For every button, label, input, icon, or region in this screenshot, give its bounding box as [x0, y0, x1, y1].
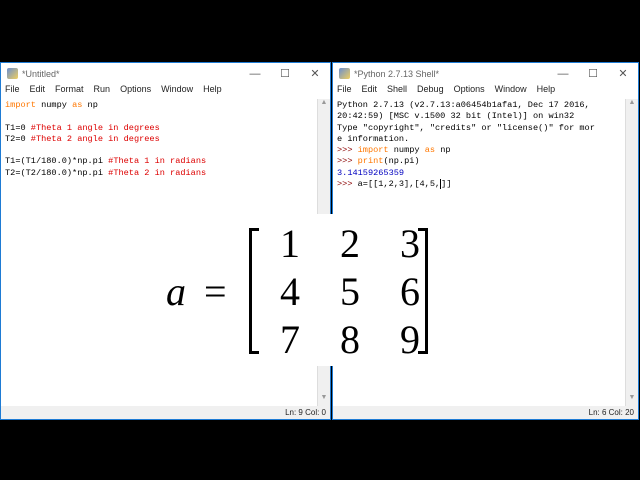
shell-output-line: 3.14159265359: [337, 167, 405, 178]
menu-edit[interactable]: Edit: [30, 84, 46, 99]
close-button[interactable]: ✕: [608, 67, 638, 80]
menu-format[interactable]: Format: [55, 84, 84, 99]
banner-line: 20:42:59) [MSC v.1500 32 bit (Intel)] on…: [337, 111, 575, 122]
menu-window[interactable]: Window: [161, 84, 193, 99]
scroll-down-icon[interactable]: ▼: [318, 394, 330, 406]
banner-line: Python 2.7.13 (v2.7.13:a06454b1afa1, Dec…: [337, 100, 590, 110]
vertical-scrollbar[interactable]: ▲ ▼: [625, 99, 638, 406]
matrix-row: 789: [280, 317, 420, 362]
scroll-up-icon[interactable]: ▲: [626, 99, 638, 111]
menu-file[interactable]: File: [337, 84, 352, 99]
idle-app-icon: [339, 68, 350, 79]
menu-bar: File Edit Shell Debug Options Window Hel…: [333, 84, 638, 99]
window-title: *Untitled*: [22, 68, 60, 79]
shell-line: >>> print(np.pi): [337, 156, 420, 167]
code-line: T1=0 #Theta 1 angle in degrees: [5, 122, 160, 133]
shell-line: >>> import numpy as np: [337, 145, 451, 156]
left-bracket: [249, 228, 259, 354]
title-bar: *Untitled* — ☐ ✕: [1, 63, 330, 84]
menu-window[interactable]: Window: [495, 84, 527, 99]
window-title: *Python 2.7.13 Shell*: [354, 68, 440, 79]
minimize-button[interactable]: —: [240, 68, 270, 80]
status-bar: Ln: 6 Col: 20: [333, 406, 638, 419]
matrix-equation-overlay: a = 123 456 789: [152, 214, 440, 366]
code-line: T1=(T1/180.0)*np.pi #Theta 1 in radians: [5, 156, 207, 167]
maximize-button[interactable]: ☐: [270, 67, 300, 80]
scroll-up-icon[interactable]: ▲: [318, 99, 330, 111]
matrix-row: 123: [280, 221, 420, 266]
minimize-button[interactable]: —: [548, 68, 578, 80]
scroll-down-icon[interactable]: ▼: [626, 394, 638, 406]
menu-file[interactable]: File: [5, 84, 20, 99]
code-line: T2=0 #Theta 2 angle in degrees: [5, 133, 160, 144]
banner-line: e information.: [337, 133, 410, 144]
menu-edit[interactable]: Edit: [362, 84, 378, 99]
idle-app-icon: [7, 68, 18, 79]
menu-options[interactable]: Options: [120, 84, 151, 99]
menu-bar: File Edit Format Run Options Window Help: [1, 84, 330, 99]
shell-line: >>> a=[[1,2,3],[4,5,]]: [337, 179, 452, 190]
menu-help[interactable]: Help: [203, 84, 222, 99]
menu-shell[interactable]: Shell: [387, 84, 407, 99]
code-line: T2=(T2/180.0)*np.pi #Theta 2 in radians: [5, 167, 207, 178]
equals-sign: =: [204, 269, 227, 314]
menu-debug[interactable]: Debug: [417, 84, 444, 99]
menu-help[interactable]: Help: [537, 84, 556, 99]
maximize-button[interactable]: ☐: [578, 67, 608, 80]
menu-options[interactable]: Options: [454, 84, 485, 99]
title-bar: *Python 2.7.13 Shell* — ☐ ✕: [333, 63, 638, 84]
close-button[interactable]: ✕: [300, 67, 330, 80]
matrix-variable: a: [166, 269, 186, 314]
code-line: import numpy as np: [5, 100, 98, 110]
matrix-row: 456: [280, 269, 420, 314]
status-bar: Ln: 9 Col: 0: [1, 406, 330, 419]
menu-run[interactable]: Run: [94, 84, 111, 99]
banner-line: Type "copyright", "credits" or "license(…: [337, 122, 595, 133]
